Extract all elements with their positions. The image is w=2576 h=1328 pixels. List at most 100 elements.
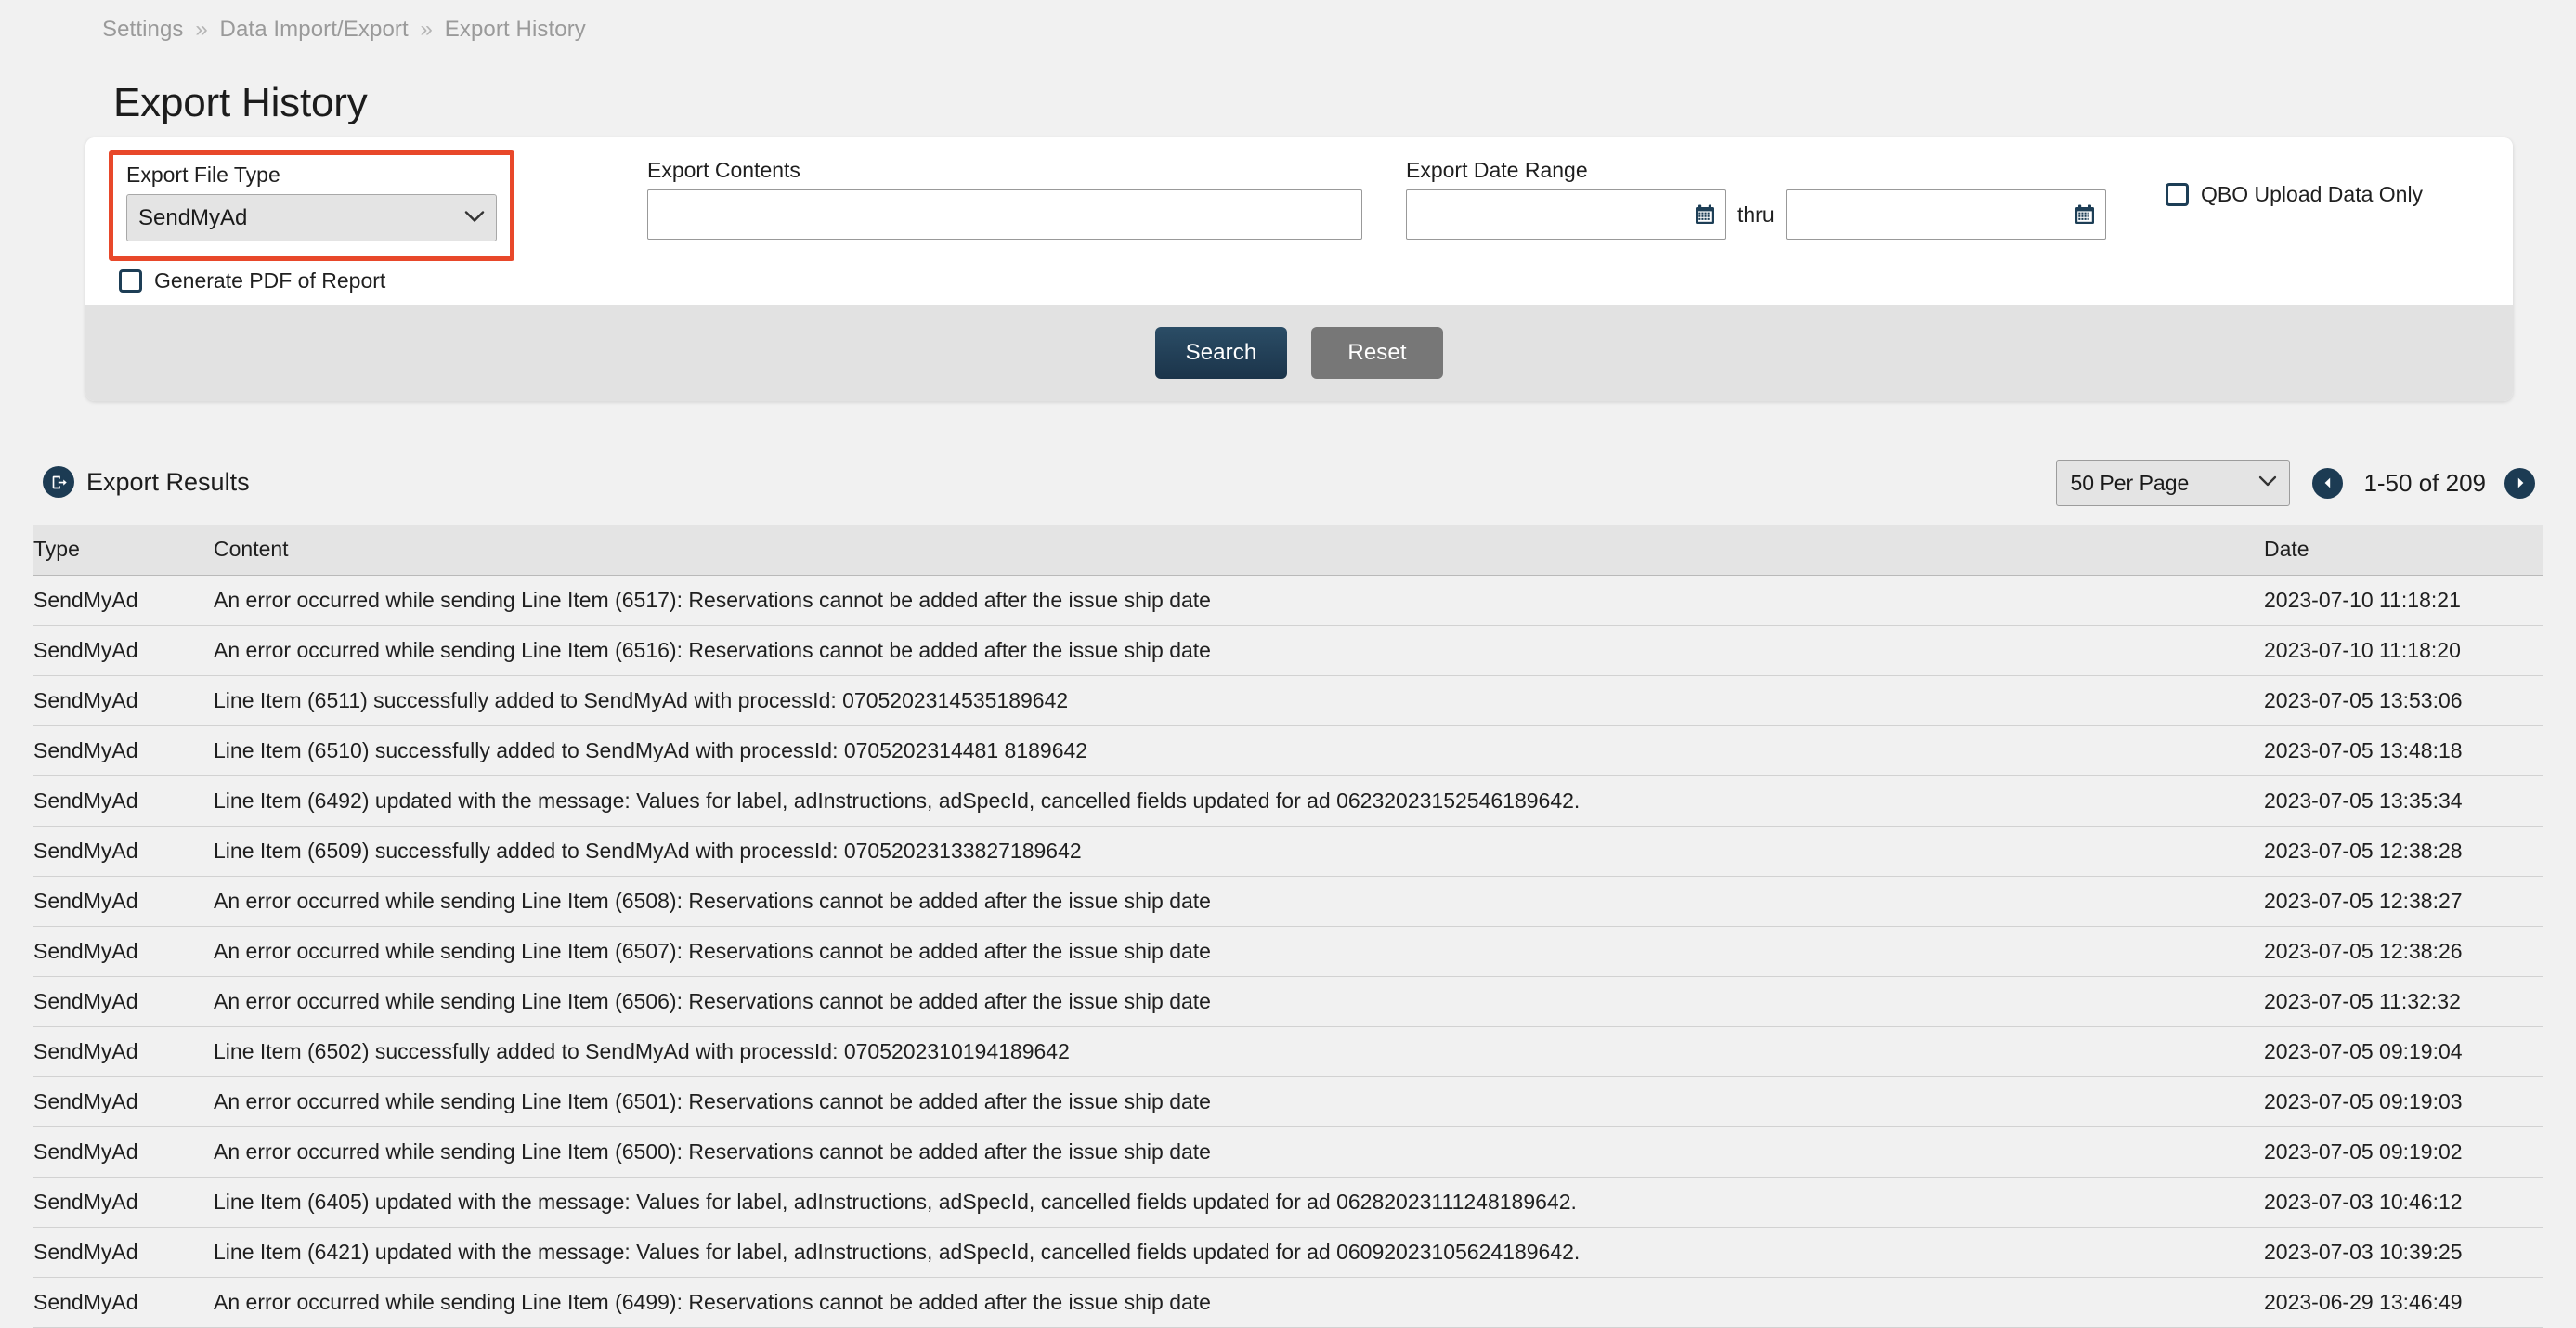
export-file-type-select[interactable]: SendMyAd (126, 194, 497, 242)
cell-date: 2023-07-05 09:19:04 (2264, 1026, 2543, 1077)
cell-date: 2023-07-10 11:18:20 (2264, 625, 2543, 676)
breadcrumb: Settings » Data Import/Export » Export H… (102, 17, 586, 43)
table-row[interactable]: SendMyAd Line Item (6502) successfully ad… (33, 1026, 2543, 1077)
cell-content: Line Item (6510) successfully added to S… (191, 725, 2264, 776)
export-contents-group: Export Contents (647, 158, 1362, 241)
export-date-range-row: thru (1406, 189, 2140, 241)
table-head: Type Content Date (33, 525, 2543, 576)
table-row[interactable]: SendMyAd Line Item (6511) successfully ad… (33, 675, 2543, 726)
export-icon (43, 466, 74, 498)
breadcrumb-separator: » (420, 17, 433, 42)
table-row[interactable]: SendMyAd Line Item (6421) updated with th… (33, 1227, 2543, 1278)
cell-content: Line Item (6502) successfully added to S… (191, 1026, 2264, 1077)
column-header-type[interactable]: Type (33, 525, 191, 576)
cell-date: 2023-07-05 12:38:26 (2264, 926, 2543, 977)
cell-content: An error occurred while sending Line Ite… (191, 876, 2264, 927)
export-date-to-input[interactable] (1785, 189, 2106, 241)
table-row[interactable]: SendMyAd An error occurred while sending … (33, 1277, 2543, 1328)
table-row[interactable]: SendMyAd An error occurred while sending … (33, 876, 2543, 927)
per-page-select-wrap: 50 Per Page (2056, 460, 2291, 506)
export-results-header: Export Results (43, 466, 250, 498)
cell-type: SendMyAd (33, 1277, 191, 1328)
cell-content: Line Item (6405) updated with the messag… (191, 1177, 2264, 1228)
cell-date: 2023-07-03 10:46:12 (2264, 1177, 2543, 1228)
cell-content: An error occurred while sending Line Ite… (191, 1277, 2264, 1328)
cell-date: 2023-07-05 09:19:02 (2264, 1126, 2543, 1178)
breadcrumb-item-data-import-export[interactable]: Data Import/Export (220, 17, 409, 42)
cell-date: 2023-07-05 11:32:32 (2264, 976, 2543, 1027)
search-panel: Export File Type SendMyAd Generate PDF o… (85, 137, 2513, 401)
table-header-row: Type Content Date (33, 525, 2543, 576)
column-header-content[interactable]: Content (191, 525, 2264, 576)
table-row[interactable]: SendMyAd An error occurred while sending … (33, 976, 2543, 1027)
export-date-range-label: Export Date Range (1406, 158, 1588, 182)
cell-date: 2023-07-05 12:38:28 (2264, 826, 2543, 877)
cell-type: SendMyAd (33, 1227, 191, 1278)
cell-content: An error occurred while sending Line Ite… (191, 625, 2264, 676)
export-results-title: Export Results (86, 467, 250, 496)
cell-content: An error occurred while sending Line Ite… (191, 1076, 2264, 1127)
generate-pdf-checkbox-row[interactable]: Generate PDF of Report (119, 268, 385, 293)
cell-type: SendMyAd (33, 1076, 191, 1127)
cell-content: Line Item (6511) successfully added to S… (191, 675, 2264, 726)
table-row[interactable]: SendMyAd An error occurred while sending … (33, 575, 2543, 626)
search-button[interactable]: Search (1155, 327, 1287, 379)
table-row[interactable]: SendMyAd Line Item (6492) updated with th… (33, 775, 2543, 827)
cell-type: SendMyAd (33, 826, 191, 877)
cell-date: 2023-07-05 09:19:03 (2264, 1076, 2543, 1127)
cell-content: An error occurred while sending Line Ite… (191, 575, 2264, 626)
qbo-upload-data-only-row[interactable]: QBO Upload Data Only (2166, 182, 2423, 207)
export-date-range-group: Export Date Range thru (1406, 158, 2140, 241)
page-title: Export History (113, 80, 368, 126)
cell-content: Line Item (6492) updated with the messag… (191, 775, 2264, 827)
table-body: SendMyAd An error occurred while sending … (33, 575, 2543, 1328)
cell-date: 2023-07-03 10:39:25 (2264, 1227, 2543, 1278)
table-row[interactable]: SendMyAd An error occurred while sending … (33, 625, 2543, 676)
pagination-prev-button[interactable] (2312, 467, 2344, 499)
pagination-next-button[interactable] (2504, 467, 2535, 499)
table-row[interactable]: SendMyAd An error occurred while sending … (33, 926, 2543, 977)
breadcrumb-item-export-history[interactable]: Export History (445, 17, 586, 42)
export-date-from-input[interactable] (1406, 189, 1726, 241)
export-file-type-select-wrap: SendMyAd (126, 194, 497, 242)
cell-date: 2023-07-10 11:18:21 (2264, 575, 2543, 626)
qbo-upload-data-only-label: QBO Upload Data Only (2201, 182, 2424, 206)
search-panel-body: Export File Type SendMyAd Generate PDF o… (85, 137, 2513, 305)
export-contents-label: Export Contents (647, 158, 800, 182)
cell-content: Line Item (6509) successfully added to S… (191, 826, 2264, 877)
table-row[interactable]: SendMyAd An error occurred while sending … (33, 1076, 2543, 1127)
generate-pdf-checkbox[interactable] (119, 269, 142, 293)
reset-button[interactable]: Reset (1311, 327, 1443, 379)
table-row[interactable]: SendMyAd Line Item (6509) successfully ad… (33, 826, 2543, 877)
cell-date: 2023-06-29 13:46:49 (2264, 1277, 2543, 1328)
cell-type: SendMyAd (33, 775, 191, 827)
cell-content: An error occurred while sending Line Ite… (191, 1126, 2264, 1178)
cell-content: An error occurred while sending Line Ite… (191, 926, 2264, 977)
breadcrumb-item-settings[interactable]: Settings (102, 17, 184, 42)
cell-type: SendMyAd (33, 675, 191, 726)
cell-date: 2023-07-05 13:35:34 (2264, 775, 2543, 827)
cell-type: SendMyAd (33, 1026, 191, 1077)
table-row[interactable]: SendMyAd Line Item (6510) successfully ad… (33, 725, 2543, 776)
search-panel-footer: Search Reset (85, 305, 2513, 401)
generate-pdf-label: Generate PDF of Report (154, 268, 386, 293)
table-row[interactable]: SendMyAd Line Item (6405) updated with th… (33, 1177, 2543, 1228)
pagination-range-text: 1-50 of 209 (2363, 468, 2486, 497)
export-contents-input[interactable] (647, 189, 1362, 241)
per-page-select[interactable]: 50 Per Page (2056, 460, 2291, 506)
table-row[interactable]: SendMyAd An error occurred while sending … (33, 1126, 2543, 1178)
date-range-separator-label: thru (1737, 202, 1775, 227)
cell-content: Line Item (6421) updated with the messag… (191, 1227, 2264, 1278)
cell-type: SendMyAd (33, 725, 191, 776)
cell-type: SendMyAd (33, 1177, 191, 1228)
cell-type: SendMyAd (33, 1126, 191, 1178)
pagination-controls: 50 Per Page 1-50 of 209 (2056, 460, 2535, 506)
cell-type: SendMyAd (33, 926, 191, 977)
cell-date: 2023-07-05 13:48:18 (2264, 725, 2543, 776)
cell-type: SendMyAd (33, 575, 191, 626)
cell-date: 2023-07-05 13:53:06 (2264, 675, 2543, 726)
column-header-date[interactable]: Date (2264, 525, 2543, 576)
export-file-type-label: Export File Type (126, 163, 280, 187)
export-date-to-wrap (1785, 189, 2106, 241)
qbo-upload-data-only-checkbox[interactable] (2166, 183, 2189, 206)
